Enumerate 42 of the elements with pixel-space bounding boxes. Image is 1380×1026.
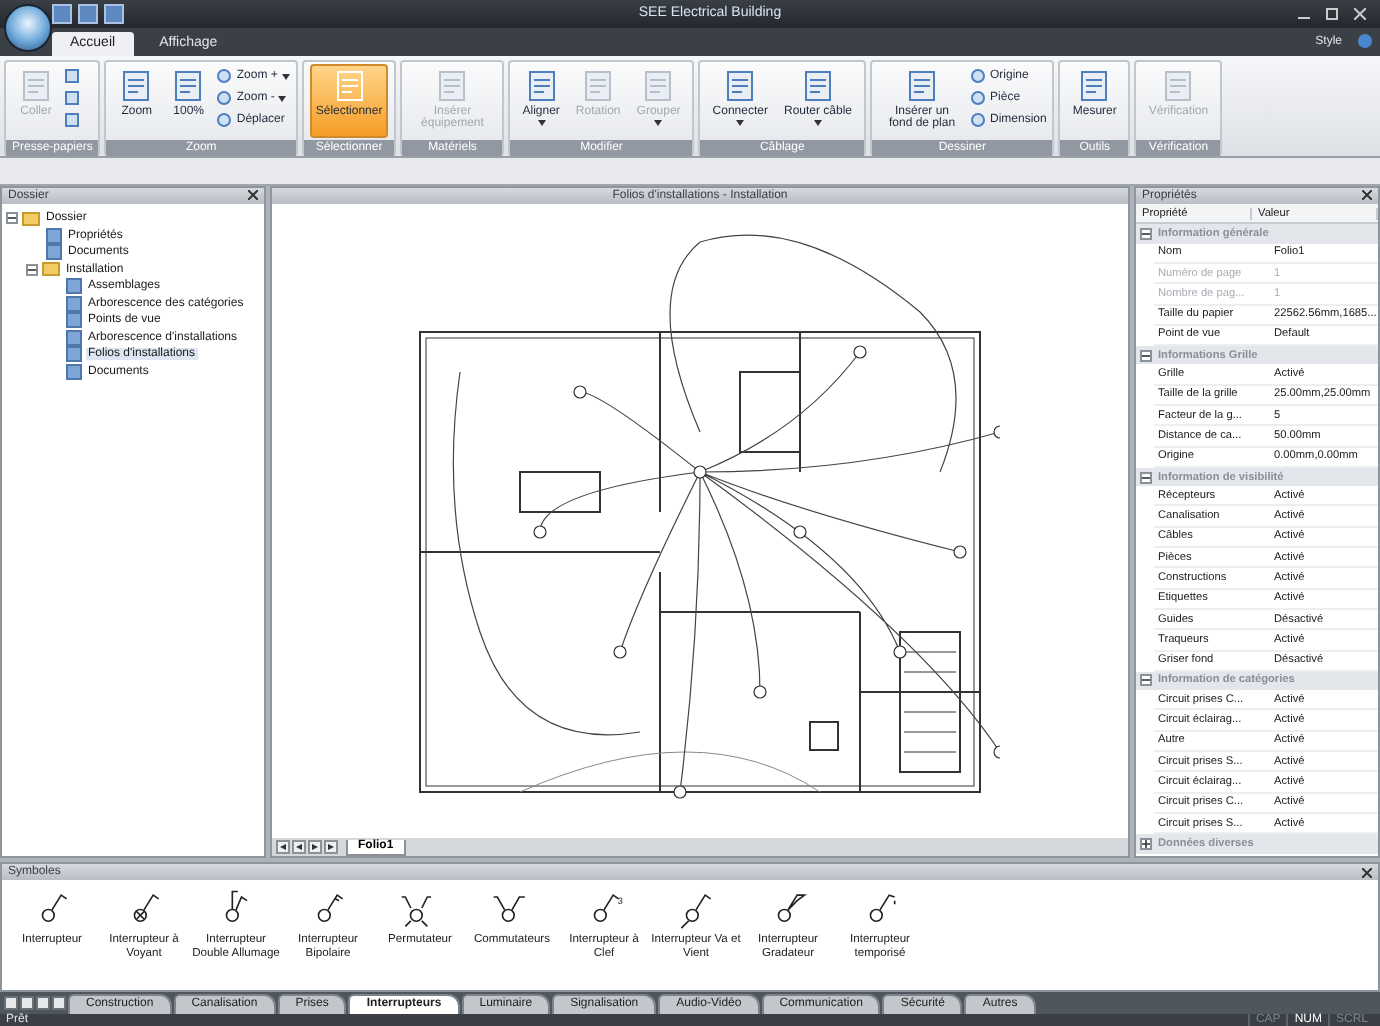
tool-icon [1160,67,1197,104]
tool-icon [118,67,155,104]
nav-button[interactable] [276,840,290,855]
expand-toggle[interactable] [6,212,18,225]
tool-icon [434,67,471,104]
ribbon-button[interactable] [64,89,80,108]
caret-icon [281,73,290,80]
expand-toggle[interactable] [1140,471,1152,484]
close-icon[interactable] [1362,867,1372,878]
close-icon[interactable] [248,190,258,201]
caret-icon [814,120,822,127]
expand-toggle[interactable] [1140,349,1152,362]
nav-button[interactable] [308,840,322,855]
caret-icon [736,120,745,127]
caret-icon [654,120,663,127]
tool-icon [331,67,368,104]
nav-button[interactable] [324,840,338,855]
expand-toggle[interactable] [1140,837,1152,850]
folder-icon [42,262,60,277]
help-icon[interactable] [1358,34,1372,49]
tool-icon [640,67,677,104]
caret-icon [537,120,546,127]
app-menu-button[interactable] [4,4,52,52]
caret-icon [278,95,287,102]
maximize-button[interactable] [1324,5,1340,22]
tool-icon [170,67,207,104]
tool-icon [18,67,54,104]
ribbon-button[interactable] [64,111,80,130]
tool-icon [523,67,560,104]
expand-toggle[interactable] [26,263,38,276]
tool-icon [800,67,836,104]
ribbon-button[interactable] [64,67,80,86]
tool-icon [580,67,617,104]
tool-icon [722,67,759,104]
nav-button[interactable] [292,840,306,855]
expand-toggle[interactable] [1140,674,1152,687]
close-icon[interactable] [1362,190,1372,201]
tool-icon [1076,67,1113,104]
expand-toggle[interactable] [1140,227,1152,240]
folder-icon [22,211,40,226]
close-button[interactable] [1352,5,1368,22]
tool-icon [904,67,941,104]
